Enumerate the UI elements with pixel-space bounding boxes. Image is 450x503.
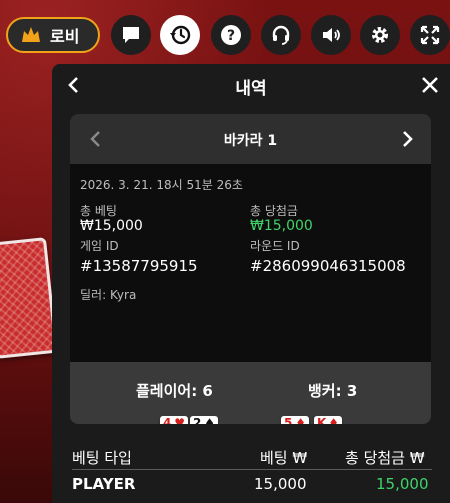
bet-amount-cell: 15,000 bbox=[254, 475, 307, 493]
column-header-total-win: 총 당첨금 ₩ bbox=[345, 449, 425, 467]
fullscreen-button[interactable] bbox=[410, 15, 450, 55]
bets-table-header: 베팅 타입 베팅 ₩ 총 당첨금 ₩ bbox=[72, 447, 432, 470]
win-amount-cell: 15,000 bbox=[376, 475, 429, 493]
round-navigator: 바카라 1 bbox=[70, 114, 431, 164]
player-card: 4 ♥ 4 ♥ bbox=[160, 416, 188, 424]
panel-title: 내역 bbox=[235, 79, 267, 99]
chevron-right-icon bbox=[403, 131, 413, 147]
card-rank: 2 bbox=[193, 416, 202, 424]
panel-header: 내역 bbox=[52, 64, 450, 106]
next-round-button[interactable] bbox=[395, 127, 419, 151]
round-datetime: 2026. 3. 21. 18시 51분 26초 bbox=[80, 178, 243, 192]
column-header-bet-amount: 베팅 ₩ bbox=[260, 449, 308, 467]
round-result: 플레이어: 6 뱅커: 3 4 ♥ 4 ♥ 2 ♠ 2 ♠ 5 ♦ 5 ♦ bbox=[70, 362, 431, 424]
card-suit: ♠ bbox=[204, 416, 215, 424]
round-info: 2026. 3. 21. 18시 51분 26초 총 베팅 ₩15,000 총 … bbox=[70, 164, 431, 362]
column-header-bet-type: 베팅 타입 bbox=[72, 449, 132, 467]
banker-card: 5 ♦ 5 ♦ bbox=[281, 416, 309, 424]
history-button[interactable] bbox=[160, 15, 200, 55]
card-suit: ♦ bbox=[328, 416, 339, 424]
card-rank: K bbox=[317, 416, 327, 424]
card-suit: ♥ bbox=[174, 416, 185, 424]
game-name: 바카라 1 bbox=[223, 133, 278, 149]
card-rank: 5 bbox=[284, 416, 293, 424]
support-button[interactable] bbox=[261, 15, 301, 55]
total-win-value: ₩15,000 bbox=[250, 218, 313, 234]
card-suit: ♦ bbox=[295, 416, 306, 424]
total-win-label: 총 당첨금 bbox=[250, 204, 298, 218]
dealer-name: 딜러: Kyra bbox=[80, 288, 137, 302]
headset-icon bbox=[272, 25, 290, 45]
sound-button[interactable] bbox=[311, 15, 351, 55]
player-score: 플레이어: 6 bbox=[136, 382, 213, 400]
total-bet-label: 총 베팅 bbox=[80, 204, 117, 218]
card-rank: 4 bbox=[163, 416, 172, 424]
close-icon bbox=[422, 77, 438, 93]
help-button[interactable]: ? bbox=[211, 15, 251, 55]
round-detail-card: 바카라 1 2026. 3. 21. 18시 51분 26초 총 베팅 ₩15,… bbox=[70, 114, 431, 424]
table-row: PLAYER 15,000 15,000 bbox=[72, 475, 432, 497]
banker-score: 뱅커: 3 bbox=[308, 382, 358, 400]
chat-button[interactable] bbox=[111, 15, 151, 55]
gear-icon bbox=[372, 27, 388, 43]
svg-text:?: ? bbox=[227, 28, 235, 44]
player-card: 2 ♠ 2 ♠ bbox=[190, 416, 218, 424]
lobby-label: 로비 bbox=[50, 27, 80, 46]
round-id-value: #286099046315008 bbox=[250, 257, 406, 275]
close-button[interactable] bbox=[418, 73, 442, 97]
bet-type-cell: PLAYER bbox=[72, 475, 136, 493]
total-bet-value: ₩15,000 bbox=[80, 218, 143, 234]
history-panel: 내역 바카라 1 2026. 3. 21. 18시 51분 26초 총 베팅 ₩… bbox=[52, 64, 450, 503]
crown-icon bbox=[20, 25, 42, 45]
help-icon: ? bbox=[221, 25, 241, 45]
history-icon bbox=[170, 25, 191, 45]
sound-icon bbox=[323, 28, 340, 42]
fullscreen-icon bbox=[420, 25, 440, 45]
game-id-label: 게임 ID bbox=[80, 239, 119, 253]
round-id-label: 라운드 ID bbox=[250, 239, 300, 253]
banker-card: K ♦ K ♦ bbox=[314, 416, 342, 424]
chat-icon bbox=[123, 27, 139, 43]
lobby-button[interactable]: 로비 bbox=[6, 17, 100, 53]
settings-button[interactable] bbox=[360, 15, 400, 55]
game-id-value: #13587795915 bbox=[80, 257, 198, 275]
